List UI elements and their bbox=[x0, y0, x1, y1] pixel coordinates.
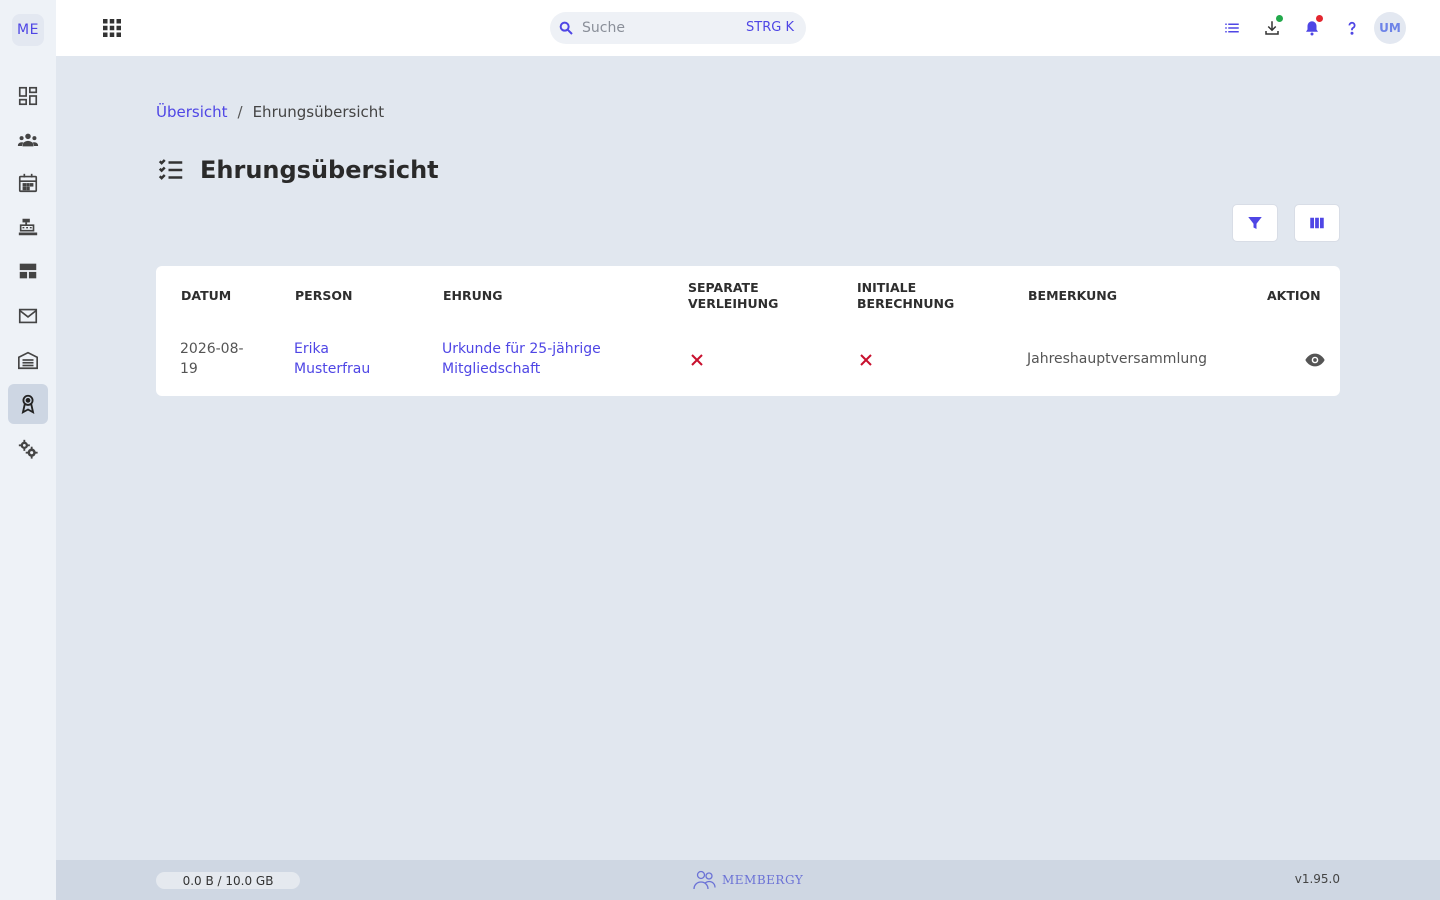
breadcrumb: Übersicht / Ehrungsübersicht bbox=[156, 103, 384, 121]
breadcrumb-home-link[interactable]: Übersicht bbox=[156, 103, 228, 121]
sidebar: ME bbox=[0, 0, 56, 900]
search-icon bbox=[559, 21, 573, 35]
cell-line: Musterfrau bbox=[294, 361, 371, 377]
honors-table: DATUM PERSON EHRUNG SEPARATE VERLEIHUNG … bbox=[156, 266, 1340, 396]
cell-bemerkung: Jahreshauptversammlung bbox=[1027, 351, 1207, 367]
initiale-berechnung-false-icon bbox=[860, 354, 872, 366]
cell-line: Mitgliedschaft bbox=[442, 361, 541, 377]
org-logo[interactable]: ME bbox=[12, 14, 44, 46]
cash-register-icon bbox=[18, 218, 38, 236]
notification-dot bbox=[1316, 15, 1323, 22]
brand-name: MEMBERGY bbox=[722, 873, 804, 887]
column-header-ehrung[interactable]: EHRUNG bbox=[443, 288, 503, 304]
column-header-line: INITIALE bbox=[857, 280, 917, 295]
warehouse-icon bbox=[18, 351, 38, 370]
calendar-icon bbox=[18, 173, 38, 193]
column-header-line: VERLEIHUNG bbox=[688, 296, 779, 311]
notifications-button[interactable] bbox=[1300, 15, 1324, 40]
dashboard-icon bbox=[18, 86, 38, 106]
column-header-aktion: AKTION bbox=[1267, 288, 1321, 303]
help-icon bbox=[1348, 21, 1356, 35]
column-header-person[interactable]: PERSON bbox=[295, 288, 352, 304]
settings-gears-icon bbox=[18, 439, 38, 459]
award-icon bbox=[21, 394, 35, 415]
cell-line: 2026-08- bbox=[180, 341, 244, 357]
cell-line: 19 bbox=[180, 361, 198, 377]
download-status-dot bbox=[1276, 15, 1283, 22]
column-header-datum[interactable]: DATUM bbox=[181, 288, 231, 304]
separate-verleihung-false-icon bbox=[691, 354, 703, 366]
sidebar-item-honors[interactable] bbox=[8, 384, 48, 424]
view-button[interactable] bbox=[1304, 349, 1326, 371]
sidebar-item-calendar[interactable] bbox=[8, 163, 48, 203]
membergy-logo-icon bbox=[693, 870, 716, 890]
app-launcher-button[interactable] bbox=[100, 16, 124, 40]
filter-icon bbox=[1248, 217, 1262, 229]
sidebar-item-mail[interactable] bbox=[8, 296, 48, 336]
mail-icon bbox=[18, 308, 38, 324]
brand: MEMBERGY bbox=[692, 869, 803, 891]
downloads-button[interactable] bbox=[1260, 15, 1284, 40]
task-list-button[interactable] bbox=[1220, 16, 1244, 40]
sidebar-item-members[interactable] bbox=[8, 120, 48, 160]
filter-button[interactable] bbox=[1232, 204, 1278, 242]
sidebar-item-warehouse[interactable] bbox=[8, 340, 48, 380]
page-title: Ehrungsübersicht bbox=[200, 156, 439, 184]
checklist-icon bbox=[158, 159, 183, 180]
column-header-bemerkung[interactable]: BEMERKUNG bbox=[1028, 288, 1117, 304]
cell-line: Urkunde für 25-jährige bbox=[442, 341, 601, 357]
cell-line: Erika bbox=[294, 341, 329, 357]
table-layout-icon bbox=[19, 263, 37, 279]
columns-button[interactable] bbox=[1294, 204, 1340, 242]
search-input[interactable] bbox=[582, 18, 732, 38]
column-header-line: SEPARATE bbox=[688, 280, 759, 295]
column-header-initiale-berechnung[interactable]: INITIALE BERECHNUNG bbox=[857, 280, 954, 312]
breadcrumb-current: Ehrungsübersicht bbox=[252, 103, 385, 121]
breadcrumb-separator: / bbox=[237, 103, 243, 121]
user-avatar[interactable]: UM bbox=[1374, 12, 1406, 44]
app-grid-icon bbox=[103, 19, 121, 37]
people-icon bbox=[17, 133, 39, 147]
top-bar: STRG K UM bbox=[56, 0, 1440, 56]
cell-ehrung-link[interactable]: Urkunde für 25-jährige Mitgliedschaft bbox=[442, 339, 601, 379]
search-box[interactable]: STRG K bbox=[550, 12, 806, 44]
help-button[interactable] bbox=[1340, 16, 1364, 40]
storage-usage: 0.0 B / 10.0 GB bbox=[156, 872, 300, 889]
column-header-line: BERECHNUNG bbox=[857, 296, 955, 311]
sidebar-item-settings[interactable] bbox=[8, 429, 48, 469]
footer: 0.0 B / 10.0 GB MEMBERGY v1.95.0 bbox=[56, 860, 1440, 900]
column-header-separate-verleihung[interactable]: SEPARATE VERLEIHUNG bbox=[688, 280, 778, 312]
sidebar-item-dashboard[interactable] bbox=[8, 76, 48, 116]
cell-datum: 2026-08- 19 bbox=[180, 339, 244, 379]
cell-person-link[interactable]: Erika Musterfrau bbox=[294, 339, 370, 379]
sidebar-item-cash[interactable] bbox=[8, 207, 48, 247]
page-header: Ehrungsübersicht bbox=[156, 155, 439, 185]
sidebar-item-layout[interactable] bbox=[8, 251, 48, 291]
list-icon bbox=[1225, 23, 1239, 33]
columns-icon bbox=[1310, 217, 1324, 229]
eye-icon bbox=[1305, 353, 1325, 367]
search-shortcut-hint: STRG K bbox=[746, 20, 794, 35]
app-version: v1.95.0 bbox=[1294, 872, 1340, 886]
